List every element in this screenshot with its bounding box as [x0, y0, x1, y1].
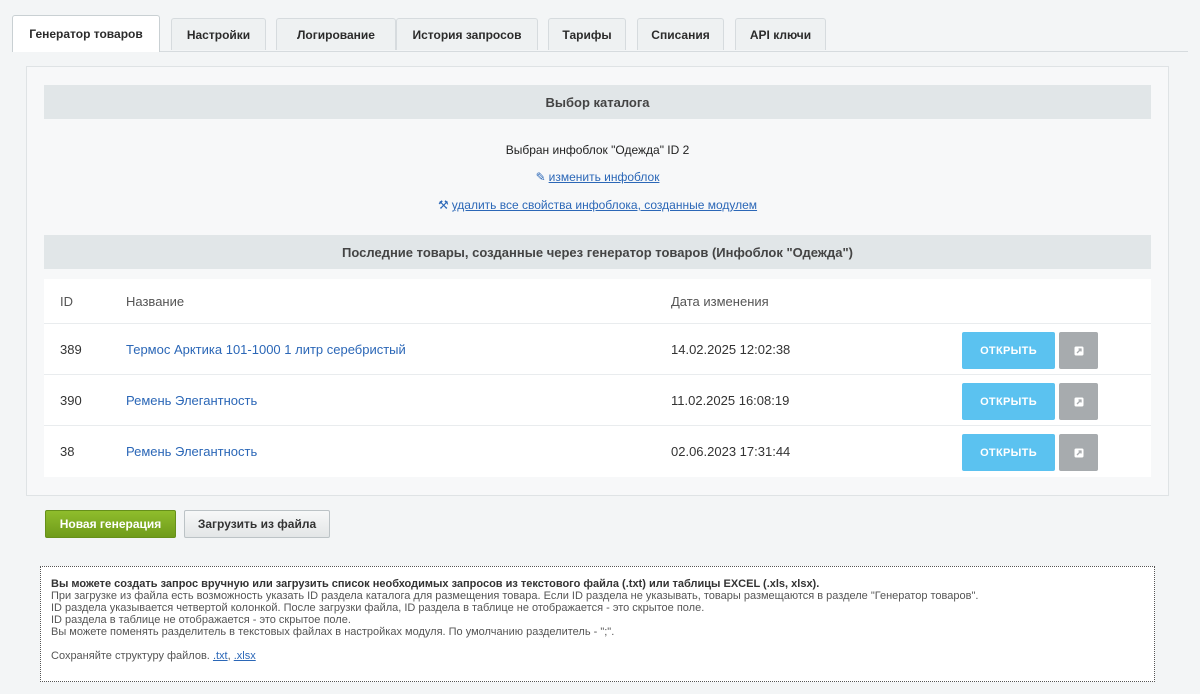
- tab-charges[interactable]: Списания: [637, 18, 724, 50]
- tab-request-history[interactable]: История запросов: [396, 18, 538, 50]
- tab-api-keys[interactable]: API ключи: [735, 18, 826, 50]
- row-date: 02.06.2023 17:31:44: [671, 443, 791, 459]
- column-header-date: Дата изменения: [671, 293, 769, 309]
- row-date: 14.02.2025 12:02:38: [671, 341, 791, 357]
- table-row: 390 Ремень Элегантность 11.02.2025 16:08…: [44, 374, 1151, 425]
- row-name: Термос Арктика 101-1000 1 литр серебрист…: [126, 324, 406, 374]
- link-separator: ,: [227, 650, 231, 662]
- row-name: Ремень Элегантность: [126, 375, 257, 425]
- external-link-icon: [1074, 397, 1083, 406]
- table-header-row: ID Название Дата изменения: [44, 279, 1151, 323]
- open-button[interactable]: ОТКРЫТЬ: [962, 332, 1055, 369]
- txt-template-link[interactable]: .txt: [213, 650, 228, 662]
- open-button[interactable]: ОТКРЫТЬ: [962, 383, 1055, 420]
- info-line: ID раздела в таблице не отображается - э…: [51, 614, 351, 626]
- wand-icon: ⚒: [437, 198, 449, 212]
- catalog-section-header: Выбор каталога: [44, 85, 1151, 119]
- tab-tariffs[interactable]: Тарифы: [548, 18, 626, 50]
- table-row: 389 Термос Арктика 101-1000 1 литр сереб…: [44, 323, 1151, 374]
- row-date: 11.02.2025 16:08:19: [671, 392, 790, 408]
- recent-products-table: ID Название Дата изменения 389 Термос Ар…: [44, 279, 1151, 477]
- tab-logging[interactable]: Логирование: [276, 18, 396, 50]
- delete-properties-link[interactable]: удалить все свойства инфоблока, созданны…: [452, 198, 757, 212]
- tab-bar: Генератор товаров Настройки Логирование …: [12, 15, 1188, 52]
- save-structure-text: Сохраняйте структуру файлов.: [51, 650, 210, 662]
- row-name: Ремень Элегантность: [126, 426, 257, 476]
- open-button[interactable]: ОТКРЫТЬ: [962, 434, 1055, 471]
- save-structure-line: Сохраняйте структуру файлов. .txt, .xlsx: [51, 650, 1144, 662]
- product-link[interactable]: Ремень Элегантность: [126, 444, 257, 459]
- table-row: 38 Ремень Элегантность 02.06.2023 17:31:…: [44, 425, 1151, 476]
- info-box: Вы можете создать запрос вручную или заг…: [40, 566, 1155, 682]
- external-link-button[interactable]: [1059, 383, 1098, 420]
- pencil-icon: ✎: [535, 170, 546, 184]
- column-header-name: Название: [126, 293, 185, 309]
- external-link-icon: [1074, 448, 1083, 457]
- delete-properties-row: ⚒ удалить все свойства инфоблока, созданн…: [44, 198, 1151, 212]
- row-id: 389: [60, 341, 82, 357]
- recent-products-header: Последние товары, созданные через генера…: [44, 235, 1151, 269]
- upload-file-button[interactable]: Загрузить из файла: [184, 510, 330, 538]
- product-link[interactable]: Термос Арктика 101-1000 1 литр серебрист…: [126, 342, 406, 357]
- info-line: Вы можете поменять разделитель в текстов…: [51, 626, 615, 638]
- external-link-button[interactable]: [1059, 332, 1098, 369]
- new-generation-button[interactable]: Новая генерация: [45, 510, 176, 538]
- selected-infoblock-text: Выбран инфоблок "Одежда" ID 2: [505, 143, 690, 157]
- product-link[interactable]: Ремень Элегантность: [126, 393, 257, 408]
- external-link-button[interactable]: [1059, 434, 1098, 471]
- change-infoblock-link[interactable]: изменить инфоблок: [549, 170, 660, 184]
- main-panel: Выбор каталога Выбран инфоблок "Одежда" …: [26, 66, 1169, 496]
- info-line: ID раздела указывается четвертой колонко…: [51, 602, 705, 614]
- tab-product-generator[interactable]: Генератор товаров: [12, 15, 160, 52]
- external-link-icon: [1074, 346, 1083, 355]
- info-line: При загрузке из файла есть возможность у…: [51, 590, 979, 602]
- change-infoblock-row: ✎ изменить инфоблок: [44, 170, 1151, 184]
- xlsx-template-link[interactable]: .xlsx: [234, 650, 256, 662]
- row-id: 38: [60, 443, 75, 459]
- row-id: 390: [60, 392, 82, 408]
- column-header-id: ID: [60, 293, 73, 309]
- info-heading: Вы можете создать запрос вручную или заг…: [51, 578, 820, 590]
- tab-settings[interactable]: Настройки: [171, 18, 266, 50]
